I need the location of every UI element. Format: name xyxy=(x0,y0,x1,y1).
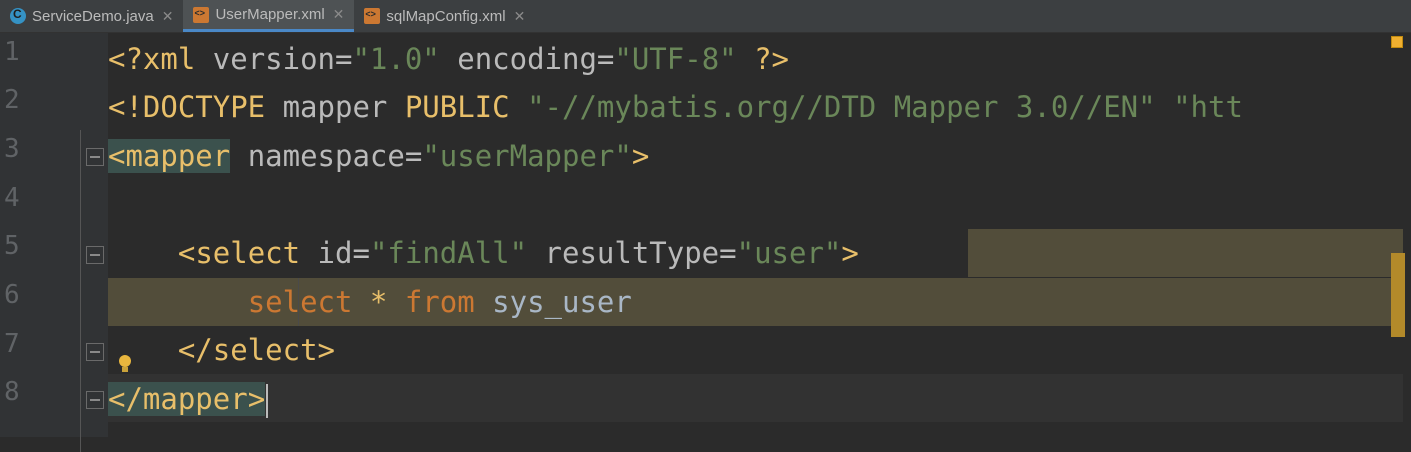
fold-collapse-icon[interactable] xyxy=(86,246,104,264)
code-area[interactable]: <?xml version="1.0" encoding="UTF-8" ?> … xyxy=(108,33,1403,437)
tab-label: UserMapper.xml xyxy=(215,6,325,23)
attr-eq: = xyxy=(352,236,370,270)
line-number: 7 xyxy=(4,329,20,359)
attr-name: namespace xyxy=(230,139,405,173)
caret-row-highlight xyxy=(108,374,1403,422)
lightbulb-base xyxy=(122,367,128,372)
lightbulb-icon[interactable] xyxy=(118,355,132,375)
sql-star: * xyxy=(352,285,405,319)
attr-eq: = xyxy=(719,236,737,270)
tag-name: mapper xyxy=(142,382,248,416)
line-number-gutter: 1 2 3 4 5 6 7 8 xyxy=(0,33,108,452)
code-line-7: </select> xyxy=(108,326,335,374)
code-line-6: select * from sys_user xyxy=(108,278,632,326)
xml-decl-name: xml xyxy=(142,42,196,76)
matched-tag-highlight: </mapper> xyxy=(108,382,266,416)
java-class-icon xyxy=(10,7,26,24)
tag-open: < xyxy=(177,236,196,270)
fold-expand-icon[interactable] xyxy=(86,343,104,361)
inspection-status-icon[interactable] xyxy=(1391,36,1403,48)
doctype-system-id: "htt xyxy=(1173,90,1243,124)
doctype-public: PUBLIC xyxy=(404,90,510,124)
code-line-1: <?xml version="1.0" encoding="UTF-8" ?> xyxy=(108,35,789,83)
attr-value: "userMapper" xyxy=(422,139,632,173)
attr-eq: = xyxy=(335,42,353,76)
tag-close: > xyxy=(247,382,266,416)
tab-label: sqlMapConfig.xml xyxy=(386,7,506,25)
xml-decl-open: <? xyxy=(108,42,143,76)
scrollbar-highlight-marker[interactable] xyxy=(1391,253,1405,337)
attr-name: resultType xyxy=(527,236,720,270)
line-number: 8 xyxy=(4,377,20,407)
doctype-open: <! xyxy=(108,90,143,124)
code-line-8: </mapper> xyxy=(108,375,269,423)
tag-close: > xyxy=(317,333,335,367)
tab-label: ServiceDemo.java xyxy=(32,7,154,25)
tag-name: select xyxy=(212,333,318,367)
sql-keyword: from xyxy=(404,285,475,319)
doctype-root: mapper xyxy=(265,90,405,124)
sql-table-name: sys_user xyxy=(474,285,632,319)
tab-sqlmapconfig-xml[interactable]: sqlMapConfig.xml ✕ xyxy=(354,0,535,32)
line-number: 1 xyxy=(4,37,20,67)
attr-value: "UTF-8" xyxy=(614,42,737,76)
doctype-name: DOCTYPE xyxy=(142,90,266,124)
tab-usermapper-xml[interactable]: UserMapper.xml ✕ xyxy=(183,0,355,32)
line-number: 2 xyxy=(4,85,20,115)
xml-file-icon xyxy=(193,6,210,23)
tab-servicedemo-java[interactable]: ServiceDemo.java ✕ xyxy=(0,0,183,32)
code-line-2: <!DOCTYPE mapper PUBLIC "-//mybatis.org/… xyxy=(108,83,1243,131)
fold-expand-icon[interactable] xyxy=(86,391,104,409)
code-line-3: <mapper namespace="userMapper"> xyxy=(108,132,649,180)
xml-file-icon xyxy=(364,8,381,24)
line-number: 6 xyxy=(4,280,20,310)
line-number: 5 xyxy=(4,231,20,261)
tag-name: select xyxy=(195,236,301,270)
attr-name: version xyxy=(195,42,335,76)
selection-highlight xyxy=(968,229,1403,277)
text-cursor xyxy=(266,384,269,418)
attr-name: encoding xyxy=(439,42,597,76)
tag-open: < xyxy=(108,139,126,173)
sql-keyword: select xyxy=(247,285,353,319)
fold-guide-line xyxy=(80,130,81,452)
fold-collapse-icon[interactable] xyxy=(86,148,104,166)
attr-name: id xyxy=(300,236,353,270)
line-number: 4 xyxy=(4,183,20,213)
attr-value: "findAll" xyxy=(369,236,528,270)
attr-eq: = xyxy=(404,139,423,173)
tag-name: mapper xyxy=(125,139,231,173)
code-line-5: <select id="findAll" resultType="user"> xyxy=(108,229,859,277)
editor-tab-bar: ServiceDemo.java ✕ UserMapper.xml ✕ sqlM… xyxy=(0,0,1411,33)
matched-tag-highlight: <mapper xyxy=(108,139,231,173)
attr-value: "1.0" xyxy=(352,42,440,76)
close-icon[interactable]: ✕ xyxy=(162,8,174,25)
lightbulb-glass xyxy=(119,355,131,367)
doctype-public-id: "-//mybatis.org//DTD Mapper 3.0//EN" xyxy=(527,90,1156,124)
tag-close: > xyxy=(631,139,650,173)
vertical-scrollbar[interactable] xyxy=(1403,33,1411,437)
tag-open: </ xyxy=(108,382,143,416)
close-icon[interactable]: ✕ xyxy=(333,6,345,23)
tag-open: </ xyxy=(177,333,213,367)
code-editor[interactable]: 1 2 3 4 5 6 7 8 <?xml version="1.0" enco… xyxy=(0,33,1411,452)
tag-close: > xyxy=(841,236,859,270)
attr-eq: = xyxy=(596,42,615,76)
attr-value: "user" xyxy=(736,236,842,270)
xml-decl-close: ?> xyxy=(736,42,789,76)
line-number: 3 xyxy=(4,134,20,164)
close-icon[interactable]: ✕ xyxy=(514,8,526,25)
